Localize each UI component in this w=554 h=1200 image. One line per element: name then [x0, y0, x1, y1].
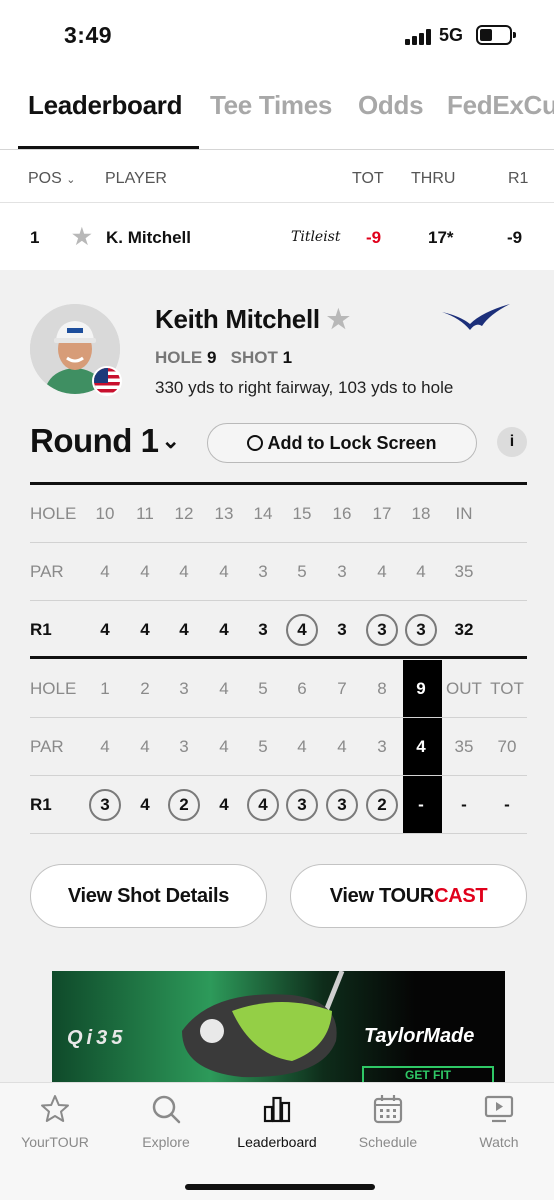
chevron-down-icon: ⌄	[66, 174, 76, 186]
calendar-icon	[373, 1095, 403, 1124]
play-icon	[484, 1095, 514, 1123]
pos-sort-header[interactable]: POS ⌄	[28, 170, 75, 188]
home-indicator	[185, 1184, 375, 1190]
tab-leaderboard[interactable]: Leaderboard	[28, 90, 182, 121]
birdie-score: 2	[362, 776, 402, 834]
network-label: 5G	[439, 25, 464, 45]
player-name: K. Mitchell	[106, 228, 192, 247]
status-time: 3:49	[64, 22, 113, 48]
round-selector[interactable]: Round 1 ⌄	[30, 422, 180, 460]
current-hole-number: 9	[416, 679, 426, 698]
player-detail-panel: Keith Mitchell ★ HOLE 9 SHOT 1 330 yds t…	[0, 270, 554, 1082]
player-r1: -9	[507, 228, 523, 247]
in-total: 32	[454, 620, 474, 639]
birdie-score: 3	[401, 601, 441, 659]
score-cell: 4	[219, 795, 229, 814]
player-thru: 17*	[428, 228, 454, 247]
leaderboard-row[interactable]: 1 ★ K. Mitchell Titleist -9 17* -9	[0, 204, 554, 270]
view-shot-details-button[interactable]: View Shot Details	[30, 864, 267, 928]
birdie-score: 3	[85, 776, 125, 834]
lock-screen-icon	[247, 435, 264, 451]
hole-row: HOLE 10 11 12 13 14 15 16 17 18 IN	[30, 485, 527, 543]
score-cell: 4	[100, 620, 110, 639]
current-hole-score: -	[418, 795, 424, 814]
player-full-name: Keith Mitchell ★	[155, 304, 350, 334]
active-tab-indicator	[18, 146, 199, 149]
nav-explore[interactable]: Explore	[111, 1083, 221, 1167]
bottom-navigation: YourTOUR Explore Leaderboard Schedule Wa…	[0, 1082, 554, 1200]
birdie-score: 3	[362, 601, 402, 659]
get-fit-button[interactable]: GET FIT	[362, 1066, 494, 1082]
nav-schedule[interactable]: Schedule	[333, 1083, 443, 1167]
nav-leaderboard[interactable]: Leaderboard	[222, 1083, 332, 1167]
shot-description: 330 yds to right fairway, 103 yds to hol…	[155, 378, 454, 397]
hole-row: HOLE 1 2 3 4 5 6 7 8 9 OUT TOT	[30, 660, 527, 718]
status-bar: 3:49 5G	[0, 0, 554, 70]
current-hole: 9	[206, 348, 217, 367]
player-position: 1	[30, 228, 40, 247]
favorite-star-icon[interactable]: ★	[72, 224, 92, 250]
score-cell: 4	[179, 620, 189, 639]
score-cell: 3	[337, 620, 347, 639]
mizuno-logo-icon	[442, 304, 510, 330]
nav-yourtour[interactable]: YourTOUR	[0, 1083, 110, 1167]
thru-header: THRU	[411, 170, 456, 187]
taylormade-ad-banner[interactable]: Qi35 TaylorMade GET FIT	[52, 971, 505, 1082]
player-header: PLAYER	[105, 170, 167, 187]
nav-watch[interactable]: Watch	[444, 1083, 554, 1167]
battery-icon	[476, 25, 516, 45]
tab-tee-times[interactable]: Tee Times	[210, 90, 332, 121]
add-to-lock-screen-button[interactable]: Add to Lock Screen	[207, 423, 477, 463]
score-cell: 4	[140, 795, 150, 814]
r1-header: R1	[508, 170, 529, 187]
score-cell: 4	[140, 620, 150, 639]
ad-product-name: Qi35	[67, 1027, 127, 1049]
current-shot: 1	[282, 348, 293, 367]
chevron-down-icon: ⌄	[161, 428, 180, 453]
birdie-score: 4	[282, 601, 322, 659]
tab-odds[interactable]: Odds	[358, 90, 424, 121]
birdie-score: 4	[243, 776, 283, 834]
driver-club-image	[182, 971, 345, 1078]
hole-shot-info: HOLE 9 SHOT 1	[155, 348, 293, 367]
out-total: -	[461, 795, 467, 814]
score-row: R1 4 4 4 4 3 4 3 3 3 32	[30, 601, 527, 659]
score-row: R1 3 4 2 4 4 3 3 2 - - -	[30, 776, 527, 834]
sponsor-logo: Titleist	[291, 229, 341, 245]
birdie-score: 3	[322, 776, 362, 834]
scorecard-front-nine: HOLE 1 2 3 4 5 6 7 8 9 OUT TOT PAR 4 4 3…	[30, 660, 527, 834]
view-tourcast-button[interactable]: View TOURCAST	[290, 864, 527, 928]
leaderboard-icon	[263, 1096, 291, 1123]
birdie-score: 2	[164, 776, 204, 834]
scorecard-back-nine: HOLE 10 11 12 13 14 15 16 17 18 IN PAR 4…	[30, 482, 527, 659]
info-button[interactable]: i	[497, 427, 527, 457]
birdie-score: 3	[282, 776, 322, 834]
score-cell: 4	[219, 620, 229, 639]
ad-brand-name: TaylorMade	[364, 1025, 475, 1047]
top-tabs: Leaderboard Tee Times Odds FedExCu	[0, 70, 554, 150]
tot-header: TOT	[352, 170, 384, 187]
leaderboard-column-header: POS ⌄ PLAYER TOT THRU R1	[0, 151, 554, 203]
tot-total: -	[504, 795, 510, 814]
par-row: PAR 4 4 3 4 5 4 4 3 4 35 70	[30, 718, 527, 776]
tab-fedexcup[interactable]: FedExCu	[447, 90, 554, 121]
par-row: PAR 4 4 4 4 3 5 3 4 4 35	[30, 543, 527, 601]
star-icon	[41, 1095, 69, 1122]
favorite-star-icon[interactable]: ★	[327, 304, 350, 334]
search-icon	[152, 1095, 181, 1124]
us-flag-icon	[92, 366, 122, 396]
player-total: -9	[366, 228, 382, 247]
score-cell: 3	[258, 620, 268, 639]
signal-icon	[405, 29, 435, 45]
